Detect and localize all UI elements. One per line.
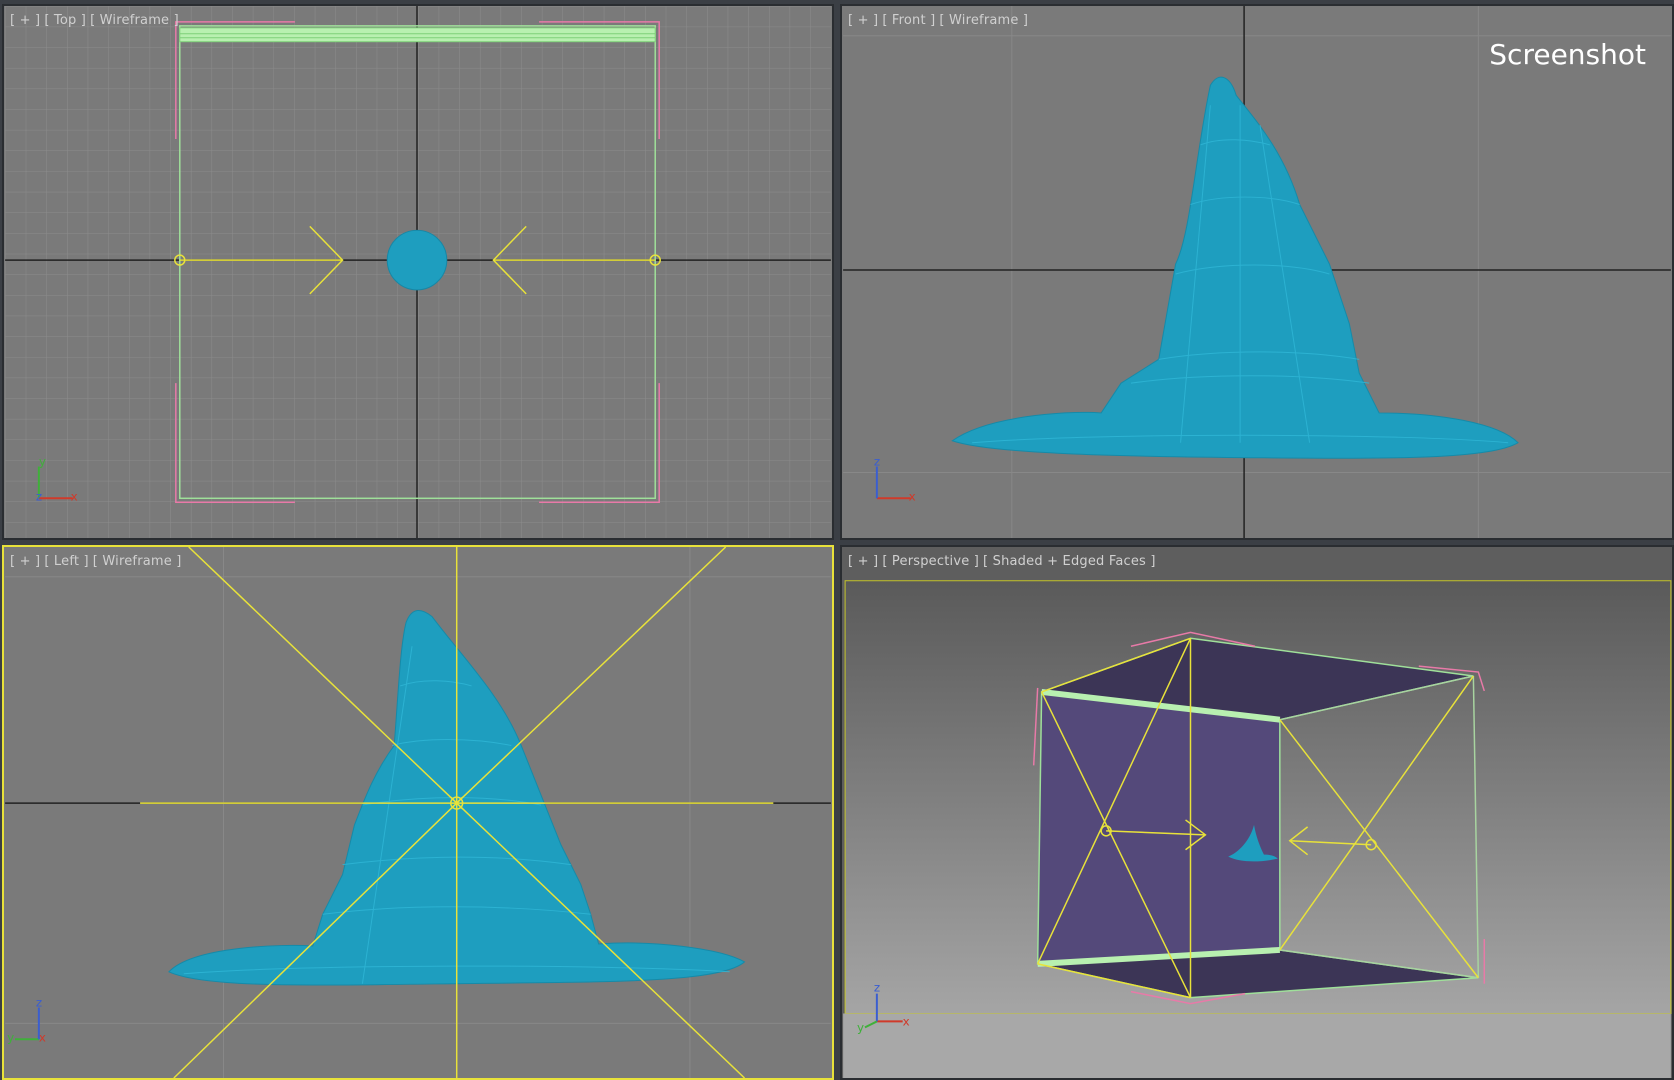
viewport-menu-button[interactable]: [ + ] bbox=[10, 13, 40, 28]
svg-text:z: z bbox=[36, 996, 42, 1010]
shading-mode[interactable]: [ Shaded + Edged Faces ] bbox=[983, 554, 1156, 569]
view-name[interactable]: [ Front ] bbox=[882, 13, 935, 28]
svg-text:z: z bbox=[874, 455, 880, 469]
box-top-face bbox=[179, 27, 656, 43]
axis-tripod-icon: z x y bbox=[7, 996, 46, 1045]
viewport-label-left[interactable]: [ + ] [ Left ] [ Wireframe ] bbox=[10, 554, 186, 569]
view-name[interactable]: [ Top ] bbox=[44, 13, 86, 28]
viewport-menu-button[interactable]: [ + ] bbox=[848, 13, 878, 28]
viewport-left[interactable]: z x y [ + ] [ Left ] [ Wireframe ] bbox=[2, 545, 834, 1080]
svg-text:y: y bbox=[857, 1020, 864, 1034]
viewport-menu-button[interactable]: [ + ] bbox=[848, 554, 878, 569]
viewport-label-front[interactable]: [ + ] [ Front ] [ Wireframe ] bbox=[848, 13, 1032, 28]
svg-text:x: x bbox=[909, 489, 916, 503]
view-name[interactable]: [ Perspective ] bbox=[882, 554, 979, 569]
front-view-canvas[interactable]: z x bbox=[842, 6, 1672, 538]
svg-text:z: z bbox=[36, 489, 42, 503]
viewport-top[interactable]: y x z [ + ] [ Top ] [ Wireframe ] bbox=[2, 4, 834, 540]
top-view-canvas[interactable]: y x z bbox=[4, 6, 832, 538]
svg-text:x: x bbox=[903, 1014, 910, 1028]
shading-mode[interactable]: [ Wireframe ] bbox=[93, 554, 182, 569]
hat-object[interactable] bbox=[386, 229, 448, 291]
axis-tripod-icon: z x bbox=[874, 455, 916, 504]
shading-mode[interactable]: [ Wireframe ] bbox=[939, 13, 1028, 28]
svg-text:x: x bbox=[71, 489, 78, 503]
viewport-perspective[interactable]: z x y [ + ] [ Perspective ] [ Shaded + Edg… bbox=[840, 545, 1674, 1080]
left-view-canvas[interactable]: z x y bbox=[4, 547, 832, 1078]
viewport-front[interactable]: z x [ + ] [ Front ] [ Wireframe ] Screensh… bbox=[840, 4, 1674, 540]
watermark-text: Screenshot bbox=[1489, 38, 1646, 71]
viewport-label-top[interactable]: [ + ] [ Top ] [ Wireframe ] bbox=[10, 13, 183, 28]
spotlight-gizmo[interactable] bbox=[140, 547, 774, 1078]
viewport-label-perspective[interactable]: [ + ] [ Perspective ] [ Shaded + Edged Fac… bbox=[848, 554, 1160, 569]
hat-object[interactable] bbox=[951, 76, 1519, 459]
perspective-view-canvas[interactable]: z x y bbox=[842, 547, 1672, 1078]
viewport-menu-button[interactable]: [ + ] bbox=[10, 554, 40, 569]
svg-text:x: x bbox=[39, 1030, 46, 1044]
svg-text:y: y bbox=[7, 1030, 14, 1044]
ground-area bbox=[843, 1013, 1671, 1078]
svg-text:y: y bbox=[39, 455, 46, 469]
shading-mode[interactable]: [ Wireframe ] bbox=[90, 13, 179, 28]
svg-text:z: z bbox=[874, 981, 880, 995]
box-front-face bbox=[1036, 691, 1281, 965]
view-name[interactable]: [ Left ] bbox=[44, 554, 88, 569]
